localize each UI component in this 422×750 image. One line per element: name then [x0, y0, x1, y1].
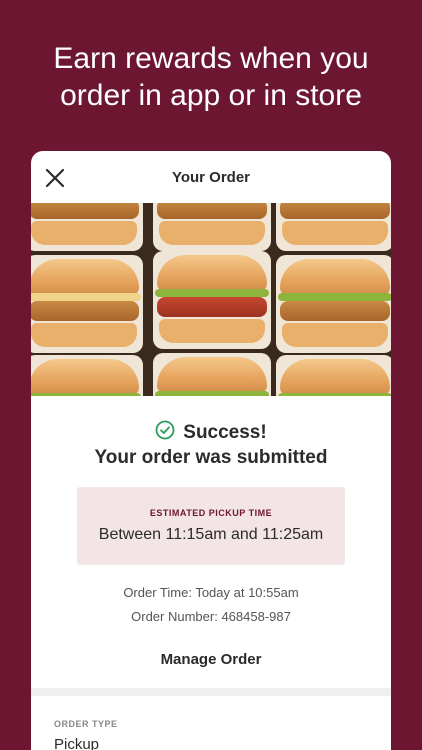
- success-row: Success!: [31, 420, 391, 445]
- pickup-time-value: Between 11:15am and 11:25am: [98, 526, 324, 543]
- pickup-time-label: ESTIMATED PICKUP TIME: [149, 508, 273, 518]
- promo-headline-line1: Earn rewards when you: [53, 42, 369, 75]
- section-divider: [31, 688, 391, 696]
- hero-image: [31, 203, 391, 396]
- card-title: Your Order: [171, 168, 251, 186]
- burger-illustration: [153, 203, 271, 251]
- order-type-label: ORDER TYPE: [54, 719, 118, 729]
- burger-illustration: [31, 255, 143, 353]
- burger-illustration: [276, 255, 391, 353]
- close-icon[interactable]: [43, 166, 67, 190]
- confirmation-section: Success! Your order was submitted ESTIMA…: [31, 420, 391, 669]
- card-header: Your Order: [31, 151, 391, 203]
- burger-illustration: [31, 203, 143, 251]
- order-card: Your Order Success! Your order was submi…: [31, 151, 391, 750]
- pickup-time-box: ESTIMATED PICKUP TIME Between 11:15am an…: [77, 487, 345, 565]
- burger-illustration: [31, 355, 143, 396]
- burger-illustration: [276, 355, 391, 396]
- burger-illustration: [153, 251, 271, 349]
- order-type-value: Pickup: [54, 736, 100, 750]
- check-circle-icon: [155, 420, 175, 445]
- success-heading: Success!: [183, 421, 267, 443]
- burger-illustration: [153, 353, 271, 396]
- order-time: Order Time: Today at 10:55am: [123, 585, 299, 600]
- submitted-message: Your order was submitted: [94, 447, 328, 468]
- promo-headline-line2: order in app or in store: [60, 79, 362, 112]
- burger-illustration: [276, 203, 391, 251]
- promo-headline: Earn rewards when you order in app or in…: [0, 40, 422, 114]
- manage-order-button[interactable]: Manage Order: [161, 651, 262, 668]
- order-details: Order Time: Today at 10:55am Order Numbe…: [31, 581, 391, 629]
- order-number: Order Number: 468458-987: [131, 609, 291, 624]
- order-type-section: ORDER TYPE Pickup: [54, 719, 118, 750]
